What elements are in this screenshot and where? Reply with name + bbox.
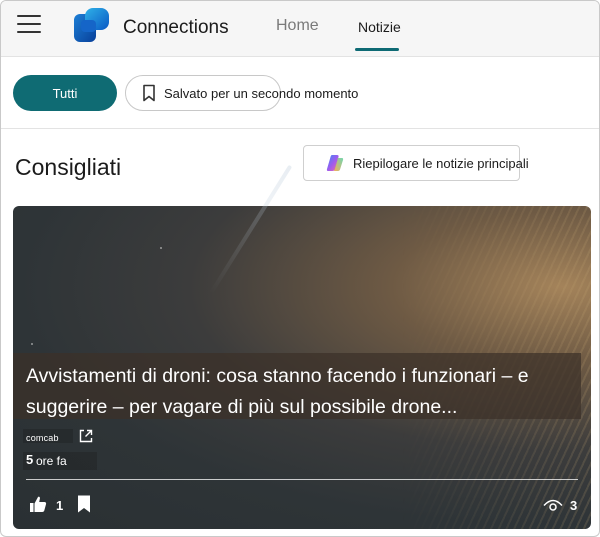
summarize-news-button[interactable]: Riepilogare le notizie principali <box>303 145 529 181</box>
article-headline[interactable]: Avvistamenti di droni: cosa stanno facen… <box>26 361 586 423</box>
app-logo-icon <box>74 8 109 42</box>
view-count: 3 <box>570 498 578 513</box>
eye-icon <box>543 499 563 511</box>
top-bar: Connections Home Notizie <box>1 1 599 57</box>
filter-all-button[interactable]: Tutti <box>13 75 117 111</box>
app-window: Connections Home Notizie Tutti Salvato p… <box>0 0 600 537</box>
tab-news[interactable]: Notizie <box>358 19 401 35</box>
timestamp-number: 5 <box>26 452 34 467</box>
active-tab-indicator <box>355 48 399 51</box>
filter-all-label: Tutti <box>52 85 78 101</box>
thumbs-up-icon[interactable] <box>29 495 47 513</box>
bookmark-filled-icon[interactable] <box>77 495 91 513</box>
open-external-icon[interactable] <box>78 428 94 444</box>
bookmark-icon <box>143 84 155 102</box>
copilot-icon <box>326 155 344 171</box>
like-count: 1 <box>56 498 64 513</box>
timestamp-unit: ore fa <box>36 454 67 468</box>
source-logo: comcab <box>26 433 59 443</box>
filter-saved-label: Salvato per un secondo momento <box>164 85 359 101</box>
app-title: Connections <box>123 17 229 38</box>
card-image-star <box>160 247 162 249</box>
tab-home[interactable]: Home <box>276 17 319 35</box>
hamburger-icon[interactable] <box>17 15 41 35</box>
card-divider <box>26 479 578 480</box>
card-image-star <box>31 343 33 345</box>
filter-bar: Tutti Salvato per un secondo momento <box>1 57 599 129</box>
section-title: Consigliati <box>15 154 122 180</box>
summarize-news-label: Riepilogare le notizie principali <box>353 155 529 171</box>
filter-saved-button[interactable]: Salvato per un secondo momento <box>125 75 358 111</box>
